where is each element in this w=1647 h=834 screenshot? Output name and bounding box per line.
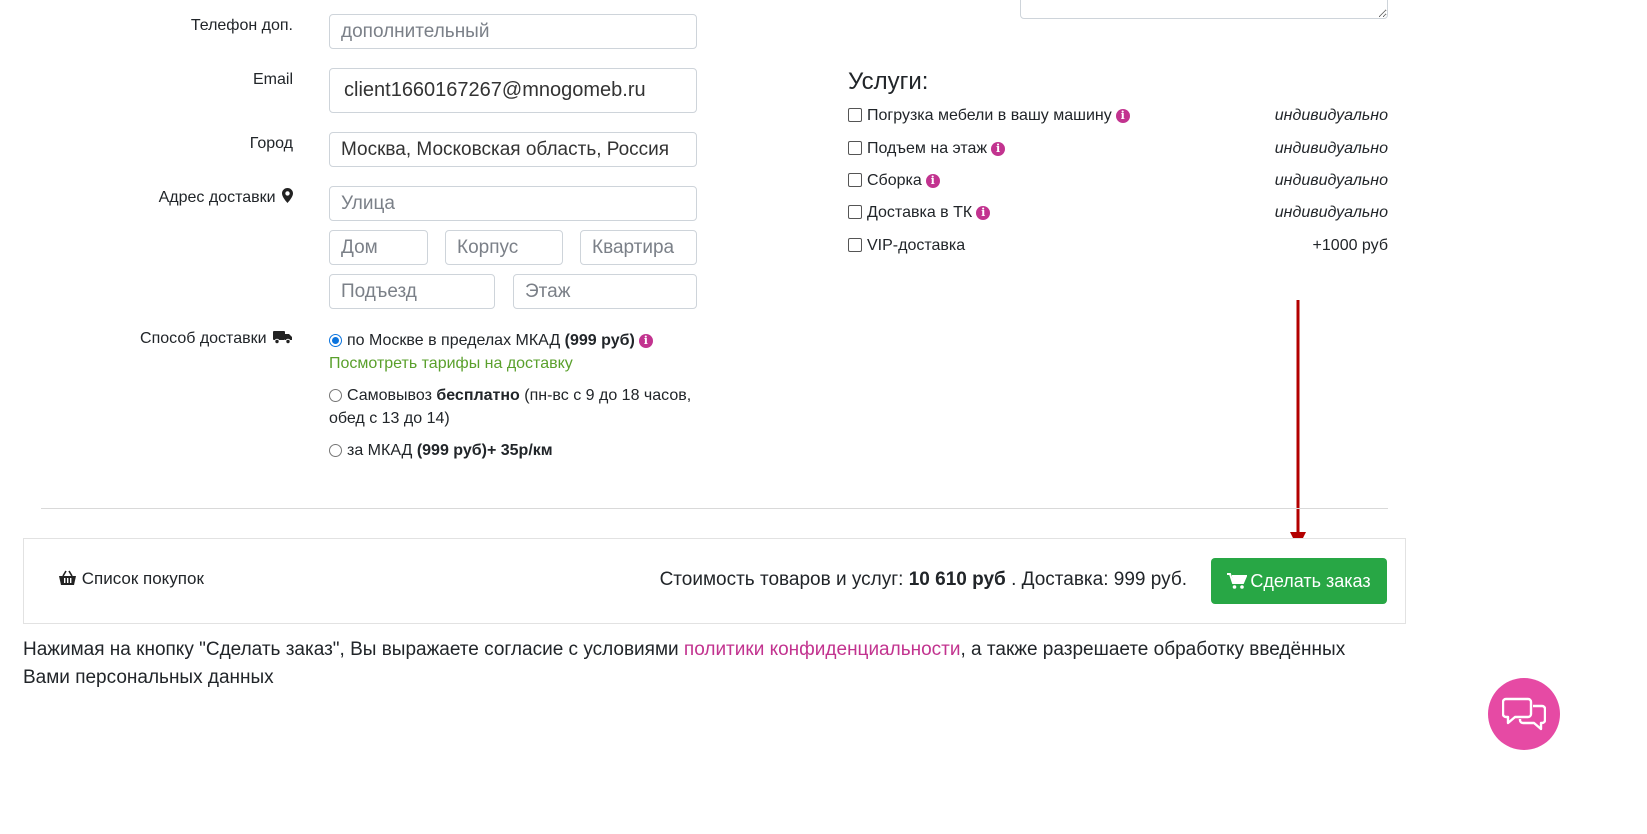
street-input[interactable]: [329, 186, 697, 221]
info-icon[interactable]: i: [991, 142, 1006, 156]
delivery-option-outside-mkad[interactable]: за МКАД (999 руб)+ 35р/км: [329, 439, 553, 462]
radio-unselected[interactable]: [329, 389, 342, 402]
floor-input[interactable]: [513, 274, 697, 309]
service-row[interactable]: Подъем на этаж i индивидуально: [848, 139, 1388, 159]
apartment-input[interactable]: [580, 230, 697, 265]
cost-value: 10 610 руб: [908, 569, 1006, 590]
info-icon[interactable]: i: [1115, 109, 1130, 123]
arrow-annotation: [1290, 300, 1306, 548]
service-row[interactable]: Доставка в ТК i индивидуально: [848, 203, 1388, 223]
email-label: Email: [252, 71, 293, 88]
building-input[interactable]: [445, 230, 563, 265]
shopping-list-label: Список покупок: [81, 569, 204, 588]
cost-label: Стоимость товаров и услуг:: [659, 569, 909, 590]
city-input[interactable]: [329, 132, 697, 167]
truck-icon: [273, 331, 292, 345]
consent-line2: Вами персональных данных: [23, 667, 274, 688]
chat-icon: [1502, 697, 1546, 731]
chat-widget-button[interactable]: [1488, 678, 1560, 750]
map-marker-icon: [282, 188, 293, 203]
service-price: индивидуально: [1274, 107, 1388, 124]
delivery-cost: . Доставка: 999 руб.: [1005, 569, 1187, 590]
option-text: за МКАД: [347, 442, 417, 459]
tariffs-link[interactable]: Посмотреть тарифы на доставку: [329, 352, 573, 375]
service-label: VIP-доставка: [867, 237, 966, 254]
service-checkbox[interactable]: [848, 108, 862, 122]
service-checkbox[interactable]: [848, 141, 862, 155]
city-label: Город: [249, 135, 293, 152]
consent-before: Нажимая на кнопку "Сделать заказ", Вы вы…: [23, 639, 684, 660]
radio-selected[interactable]: [329, 334, 342, 347]
option-hours: (пн-вс с 9 до 18 часов,: [519, 387, 692, 404]
service-label: Погрузка мебели в вашу машину: [867, 107, 1112, 124]
order-total: Стоимость товаров и услуг: 10 610 руб . …: [660, 569, 1187, 591]
delivery-option-mkad[interactable]: по Москве в пределах МКАД (999 руб) i: [329, 329, 653, 352]
cart-icon: [1227, 572, 1248, 589]
option-text: по Москве в пределах МКАД: [347, 332, 565, 349]
option-text: Самовывоз: [347, 387, 437, 404]
option-price: бесплатно: [436, 387, 520, 404]
house-input[interactable]: [329, 230, 428, 265]
phone-extra-label: Телефон доп.: [190, 17, 293, 34]
option-price: (999 руб): [564, 332, 635, 349]
consent-after: , а также разрешаете обработку введённых: [960, 639, 1346, 660]
service-checkbox[interactable]: [848, 173, 862, 187]
service-label: Подъем на этаж: [867, 140, 988, 157]
service-price: индивидуально: [1274, 140, 1388, 157]
privacy-policy-link[interactable]: политики конфиденциальности: [684, 639, 961, 660]
consent-text: Нажимая на кнопку "Сделать заказ", Вы вы…: [23, 636, 1423, 692]
comment-textarea[interactable]: [1020, 0, 1388, 19]
service-row[interactable]: Погрузка мебели в вашу машину i индивидуа…: [848, 106, 1388, 126]
option-price: (999 руб)+ 35р/км: [416, 442, 553, 459]
service-checkbox[interactable]: [848, 205, 862, 219]
basket-icon: [59, 570, 76, 585]
info-icon[interactable]: i: [638, 334, 653, 348]
option-lunch: обед с 13 до 14): [329, 410, 450, 427]
entrance-input[interactable]: [329, 274, 495, 309]
delivery-option-pickup[interactable]: Самовывоз бесплатно (пн-вс с 9 до 18 час…: [329, 384, 709, 430]
form-labels: Телефон доп. Email Город Адрес доставки …: [0, 0, 293, 500]
delivery-label: Способ доставки: [140, 330, 293, 348]
delivery-label-text: Способ доставки: [140, 330, 267, 347]
service-checkbox[interactable]: [848, 238, 862, 252]
address-label-text: Адрес доставки: [158, 189, 276, 206]
make-order-button[interactable]: Сделать заказ: [1211, 558, 1387, 604]
email-input[interactable]: [329, 68, 697, 113]
services-title: Услуги:: [848, 68, 929, 95]
service-row[interactable]: Сборка i индивидуально: [848, 171, 1388, 191]
service-label: Сборка: [867, 172, 922, 189]
service-row[interactable]: VIP-доставка +1000 руб: [848, 236, 1388, 256]
service-price: +1000 руб: [1312, 237, 1388, 254]
address-label: Адрес доставки: [159, 188, 293, 207]
service-price: индивидуально: [1274, 204, 1388, 221]
phone-extra-input[interactable]: [329, 14, 697, 49]
make-order-label: Сделать заказ: [1250, 570, 1371, 591]
info-icon[interactable]: i: [976, 206, 991, 220]
shopping-list-link[interactable]: Список покупок: [58, 569, 204, 589]
service-label: Доставка в ТК: [867, 204, 973, 221]
info-icon[interactable]: i: [925, 174, 940, 188]
service-price: индивидуально: [1274, 172, 1388, 189]
section-divider: [41, 508, 1388, 509]
radio-unselected[interactable]: [329, 444, 342, 457]
